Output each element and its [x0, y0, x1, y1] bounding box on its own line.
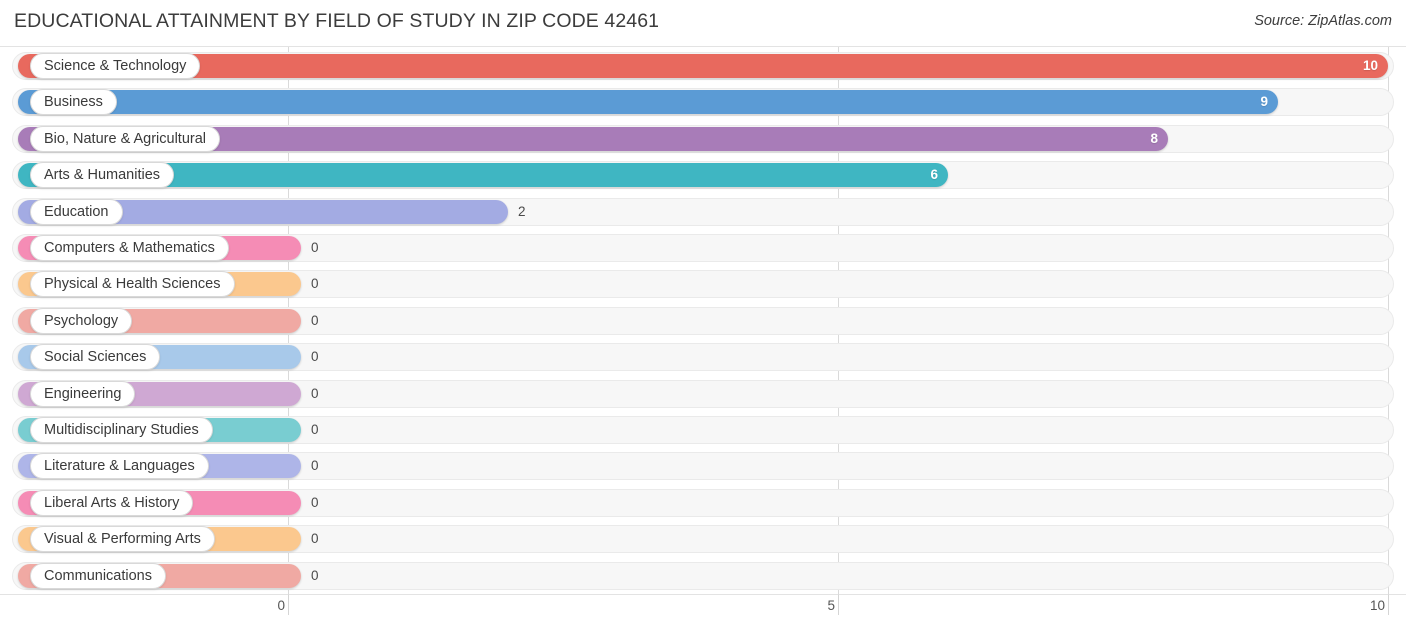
bar-category-label: Liberal Arts & History [30, 489, 194, 516]
bar-category-label: Bio, Nature & Agricultural [30, 125, 220, 152]
bar-row[interactable]: Business 9 [12, 88, 1394, 117]
bar-value-label: 6 [930, 167, 938, 183]
bar-category-label: Multidisciplinary Studies [30, 417, 213, 443]
bar-value-label: 9 [1260, 94, 1268, 110]
bar-row[interactable]: Psychology 0 [12, 306, 1394, 335]
axis-tick-mark [838, 595, 839, 615]
bar-value-label: 0 [311, 494, 319, 510]
bar-row[interactable]: Literature & Languages 0 [12, 452, 1394, 481]
bar-value-label: 0 [311, 385, 319, 401]
bar-row[interactable]: Education 2 [12, 197, 1394, 226]
bar-rows: Science & Technology 10 Business 9 Bio, Natu… [0, 47, 1406, 596]
bar-row[interactable]: Visual & Performing Arts 0 [12, 525, 1394, 554]
axis-tick-mark [1388, 595, 1389, 615]
axis-tick-label: 10 [1369, 598, 1385, 613]
bar-row[interactable]: Liberal Arts & History 0 [12, 488, 1394, 517]
page-title: EDUCATIONAL ATTAINMENT BY FIELD OF STUDY… [14, 10, 660, 32]
bar-value-label: 0 [311, 276, 319, 292]
bar-category-label: Engineering [30, 380, 136, 407]
axis-tick-mark [288, 595, 289, 615]
bar-category-label: Computers & Mathematics [30, 235, 229, 261]
bar-category-label: Arts & Humanities [30, 162, 175, 189]
bar-value-label: 10 [1362, 58, 1378, 73]
bar-value-label: 8 [1150, 130, 1158, 146]
bar-value-label: 0 [311, 567, 319, 583]
bar-row[interactable]: Multidisciplinary Studies 0 [12, 416, 1394, 444]
bar-category-label: Visual & Performing Arts [30, 526, 215, 553]
bar-value-label: 0 [311, 312, 319, 328]
x-axis: 0 5 10 [0, 595, 1406, 631]
axis-tick-label: 0 [277, 598, 285, 613]
bar-value-label: 0 [311, 240, 319, 255]
bar-category-label: Communications [30, 562, 166, 589]
bar-row[interactable]: Social Sciences 0 [12, 343, 1394, 372]
bar-category-label: Psychology [30, 307, 133, 334]
bar-value-label: 0 [311, 458, 319, 474]
bar-row[interactable]: Computers & Mathematics 0 [12, 234, 1394, 262]
bar-row[interactable]: Arts & Humanities 6 [12, 161, 1394, 190]
bar-category-label: Literature & Languages [30, 453, 209, 480]
bar-category-label: Science & Technology [30, 53, 201, 79]
bar-value-label: 0 [311, 349, 319, 365]
bar[interactable] [18, 54, 1388, 78]
bar-row[interactable]: Engineering 0 [12, 379, 1394, 408]
axis-tick-label: 5 [827, 598, 835, 613]
bar-category-label: Social Sciences [30, 344, 161, 371]
bar-value-label: 0 [311, 531, 319, 547]
bar-row[interactable]: Physical & Health Sciences 0 [12, 270, 1394, 299]
bar-category-label: Business [30, 89, 117, 116]
bar[interactable] [18, 90, 1278, 115]
bar-row[interactable]: Science & Technology 10 [12, 52, 1394, 80]
bar-category-label: Education [30, 198, 123, 225]
chart-container: EDUCATIONAL ATTAINMENT BY FIELD OF STUDY… [0, 0, 1406, 631]
bar-row[interactable]: Bio, Nature & Agricultural 8 [12, 124, 1394, 153]
source-attribution: Source: ZipAtlas.com [1254, 13, 1392, 29]
bar-row[interactable]: Communications 0 [12, 561, 1394, 590]
bar-category-label: Physical & Health Sciences [30, 271, 235, 298]
chart-header: EDUCATIONAL ATTAINMENT BY FIELD OF STUDY… [0, 0, 1406, 46]
plot-area: Science & Technology 10 Business 9 Bio, Natu… [0, 46, 1406, 596]
bar-value-label: 0 [311, 422, 319, 437]
bar-value-label: 2 [518, 203, 526, 219]
